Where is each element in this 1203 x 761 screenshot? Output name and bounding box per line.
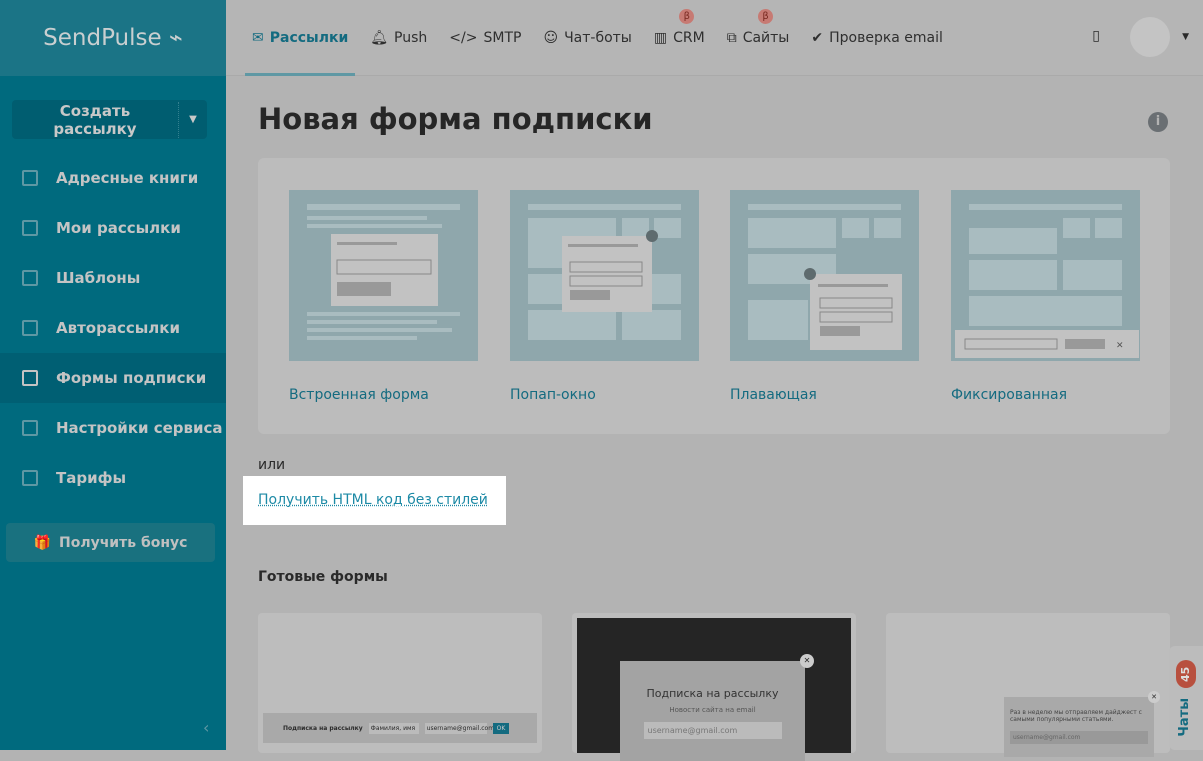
create-campaign-button[interactable]: Создать рассылку ▼ xyxy=(12,100,207,139)
sidebar-item-automation[interactable]: Авторассылки xyxy=(0,303,226,353)
mobile-icon[interactable]: ▯ xyxy=(1092,28,1100,44)
get-html-code-link[interactable]: Получить HTML код без стилей xyxy=(258,492,488,508)
tab-chatbots[interactable]: ☺ Чат-боты xyxy=(543,0,631,76)
ready-form-card[interactable]: Подписка на рассылку Фамилия, имя userna… xyxy=(258,613,542,753)
email-field: username@gmail.com xyxy=(424,722,495,734)
crm-icon: ▥ xyxy=(653,29,668,46)
chevron-down-icon[interactable]: ▼ xyxy=(179,114,207,125)
code-icon: </> xyxy=(449,29,478,46)
floating-form-thumbnail xyxy=(730,190,919,361)
sidebar-item-address-books[interactable]: Адресные книги xyxy=(0,153,226,203)
check-icon: ✔ xyxy=(811,29,824,46)
tab-sites[interactable]: β ⧉ Сайты xyxy=(726,0,789,76)
embedded-form-thumbnail xyxy=(289,190,478,361)
tab-smtp[interactable]: </> SMTP xyxy=(449,0,521,76)
sidebar-item-settings[interactable]: Настройки сервиса xyxy=(0,403,226,453)
close-icon: ✕ xyxy=(1148,691,1160,703)
html-code-highlight: Получить HTML код без стилей xyxy=(243,476,506,525)
pulse-icon: ⌁ xyxy=(168,25,183,51)
sliders-icon xyxy=(22,420,38,436)
upload-icon xyxy=(22,220,38,236)
email-field: username@gmail.com xyxy=(643,722,782,739)
form-type-fixed[interactable]: ✕ Фиксированная xyxy=(951,190,1140,403)
form-type-floating[interactable]: Плавающая xyxy=(730,190,919,403)
name-field: Фамилия, имя xyxy=(368,722,419,734)
card-title: Подписка на рассылку xyxy=(646,687,779,700)
automation-icon xyxy=(22,320,38,336)
ok-button: OK xyxy=(492,722,510,734)
ready-forms-heading: Готовые формы xyxy=(258,569,388,585)
form-types: Встроенная форма Попап-окно Плавающая ✕ … xyxy=(258,158,1170,434)
tab-crm[interactable]: β ▥ CRM xyxy=(654,0,705,76)
collapse-sidebar-icon[interactable]: ‹ xyxy=(203,718,209,737)
sidebar-item-forms[interactable]: Формы подписки xyxy=(0,353,226,403)
page-title: Новая форма подписки xyxy=(258,102,653,136)
logo[interactable]: SendPulse ⌁ xyxy=(0,0,226,76)
mail-icon: ✉ xyxy=(252,29,264,46)
get-bonus-button[interactable]: 🎁 Получить бонус xyxy=(6,523,215,562)
fixed-form-thumbnail: ✕ xyxy=(951,190,1140,361)
card-text: Раз в неделю мы отправляем дайджест с са… xyxy=(1010,709,1142,723)
sidebar-item-pricing[interactable]: Тарифы xyxy=(0,453,226,503)
sidebar: SendPulse ⌁ Создать рассылку ▼ Адресные к… xyxy=(0,0,226,750)
beta-badge: β xyxy=(679,8,695,24)
gift-icon: 🎁 xyxy=(33,534,51,551)
chatbot-icon: ☺ xyxy=(543,29,559,46)
chevron-down-icon[interactable]: ▼ xyxy=(1182,32,1189,42)
bell-icon: 🔔︎ xyxy=(370,29,389,46)
chat-count-badge: 45 xyxy=(1176,660,1196,688)
or-label: или xyxy=(258,457,286,473)
card-subtitle: Новости сайта на email xyxy=(669,706,756,714)
card-title: Подписка на рассылку xyxy=(283,724,363,732)
email-field: username@gmail.com xyxy=(1010,731,1148,744)
tab-campaigns[interactable]: ✉ Рассылки xyxy=(244,0,356,76)
chats-label: Чаты xyxy=(1177,698,1192,737)
tab-push[interactable]: 🔔︎ Push xyxy=(370,0,427,76)
beta-badge: β xyxy=(758,8,774,24)
avatar[interactable] xyxy=(1130,17,1170,57)
svg-text:✕: ✕ xyxy=(1116,341,1124,351)
ready-form-card[interactable]: Раз в неделю мы отправляем дайджест с са… xyxy=(886,613,1170,757)
wallet-icon xyxy=(22,470,38,486)
sites-icon: ⧉ xyxy=(726,29,737,46)
form-type-popup[interactable]: Попап-окно xyxy=(510,190,699,403)
chats-widget[interactable]: 45 Чаты xyxy=(1169,646,1203,750)
template-icon xyxy=(22,270,38,286)
book-icon xyxy=(22,170,38,186)
popup-form-thumbnail xyxy=(510,190,699,361)
tab-email-verify[interactable]: ✔ Проверка email xyxy=(811,0,943,76)
sidebar-item-templates[interactable]: Шаблоны xyxy=(0,253,226,303)
form-icon xyxy=(22,370,38,386)
ready-form-card[interactable]: Подписка на рассылку Новости сайта на em… xyxy=(572,613,856,761)
form-type-embedded[interactable]: Встроенная форма xyxy=(289,190,478,403)
close-icon: ✕ xyxy=(800,654,814,668)
info-icon[interactable]: i xyxy=(1148,112,1168,132)
sidebar-item-my-campaigns[interactable]: Мои рассылки xyxy=(0,203,226,253)
top-nav: ✉ Рассылки 🔔︎ Push </> SMTP ☺ Чат-боты β ▥ CRM… xyxy=(226,0,1203,76)
